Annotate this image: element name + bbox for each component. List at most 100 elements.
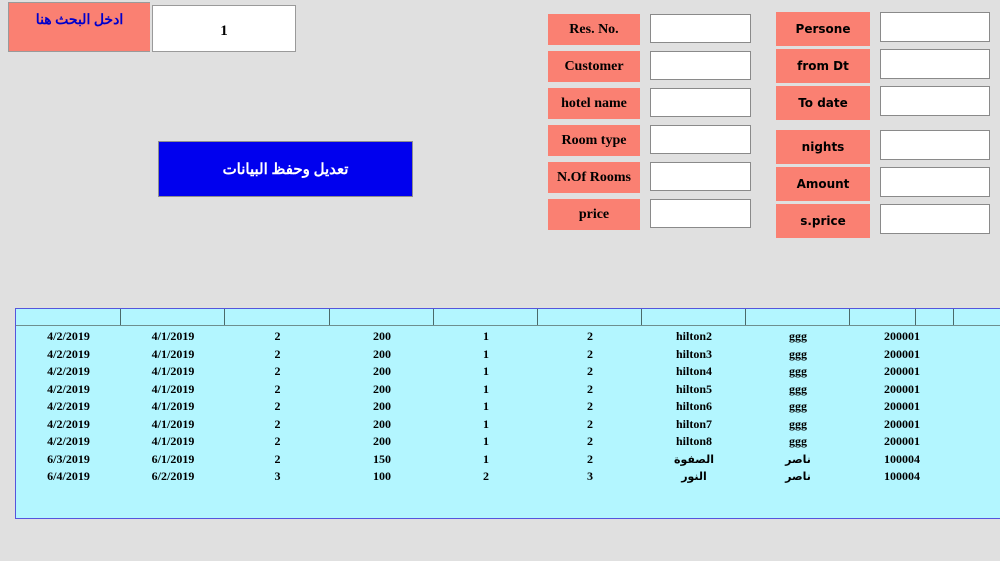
grid-header-cell-10[interactable] [954, 309, 1000, 325]
grid-cell[interactable]: 4/1/2019 [121, 328, 225, 346]
grid-cell[interactable]: 200001 [850, 346, 954, 364]
reservations-data-grid[interactable]: 4/2/2019 4/1/2019 2 200 1 2 hilton2 ggg 200001 4/… [15, 308, 1000, 519]
grid-cell[interactable]: 2 [225, 346, 330, 364]
grid-cell[interactable]: 2 [225, 381, 330, 399]
grid-cell[interactable]: ggg [746, 328, 850, 346]
grid-cell[interactable]: hilton3 [642, 346, 746, 364]
grid-cell[interactable]: 200001 [850, 433, 954, 451]
grid-cell[interactable]: 200 [330, 398, 434, 416]
grid-cell[interactable]: ggg [746, 398, 850, 416]
grid-cell[interactable]: hilton5 [642, 381, 746, 399]
grid-cell[interactable]: الصفوة [642, 451, 746, 469]
grid-cell[interactable]: 200001 [850, 363, 954, 381]
table-row[interactable]: 6/4/2019 6/2/2019 3 100 2 3 النور ناصر 100004 [16, 468, 1000, 486]
grid-cell[interactable]: 4/1/2019 [121, 363, 225, 381]
grid-cell[interactable]: 4/1/2019 [121, 346, 225, 364]
grid-cell[interactable]: 2 [538, 328, 642, 346]
grid-cell[interactable]: 200001 [850, 381, 954, 399]
grid-cell[interactable]: 4/2/2019 [16, 363, 121, 381]
grid-cell[interactable]: 4/2/2019 [16, 398, 121, 416]
grid-cell[interactable]: 200 [330, 433, 434, 451]
grid-cell[interactable]: 1 [434, 398, 538, 416]
grid-cell[interactable]: 3 [538, 468, 642, 486]
grid-cell[interactable]: 2 [225, 398, 330, 416]
field-input-right-5[interactable] [880, 204, 990, 234]
field-input-left-4[interactable] [650, 162, 751, 191]
grid-cell[interactable]: 4/2/2019 [16, 381, 121, 399]
grid-cell[interactable]: 1 [434, 328, 538, 346]
grid-cell[interactable]: 200 [330, 328, 434, 346]
grid-cell[interactable]: 2 [538, 363, 642, 381]
field-input-right-0[interactable] [880, 12, 990, 42]
grid-cell[interactable]: 6/2/2019 [121, 468, 225, 486]
grid-header-cell-0[interactable] [16, 309, 121, 325]
grid-cell[interactable]: 4/2/2019 [16, 433, 121, 451]
table-row[interactable]: 4/2/2019 4/1/2019 2 200 1 2 hilton8 ggg 200001 [16, 433, 1000, 451]
table-row[interactable]: 6/3/2019 6/1/2019 2 150 1 2 الصفوة ناصر 100004 [16, 451, 1000, 469]
grid-header-cell-6[interactable] [642, 309, 746, 325]
grid-cell[interactable]: hilton2 [642, 328, 746, 346]
field-input-right-3[interactable] [880, 130, 990, 160]
grid-cell[interactable]: 2 [538, 433, 642, 451]
grid-cell[interactable]: 6/3/2019 [16, 451, 121, 469]
grid-cell[interactable]: hilton7 [642, 416, 746, 434]
save-button[interactable]: تعديل وحفظ البيانات [158, 141, 413, 197]
grid-cell[interactable]: 6/1/2019 [121, 451, 225, 469]
grid-cell[interactable]: 200001 [850, 398, 954, 416]
grid-cell[interactable]: hilton8 [642, 433, 746, 451]
grid-cell[interactable]: 200 [330, 381, 434, 399]
table-row[interactable]: 4/2/2019 4/1/2019 2 200 1 2 hilton6 ggg 200001 [16, 398, 1000, 416]
grid-cell[interactable]: 150 [330, 451, 434, 469]
grid-cell[interactable]: 2 [225, 328, 330, 346]
grid-cell[interactable]: ggg [746, 416, 850, 434]
grid-cell[interactable]: 4/1/2019 [121, 381, 225, 399]
grid-header-cell-7[interactable] [746, 309, 850, 325]
grid-header-cell-5[interactable] [538, 309, 642, 325]
grid-cell[interactable]: 200 [330, 363, 434, 381]
table-row[interactable]: 4/2/2019 4/1/2019 2 200 1 2 hilton3 ggg 200001 [16, 346, 1000, 364]
grid-cell[interactable]: 4/1/2019 [121, 433, 225, 451]
grid-cell[interactable]: 2 [434, 468, 538, 486]
table-row[interactable]: 4/2/2019 4/1/2019 2 200 1 2 hilton7 ggg 200001 [16, 416, 1000, 434]
grid-cell[interactable]: ggg [746, 363, 850, 381]
grid-header-cell-8[interactable] [850, 309, 916, 325]
grid-cell[interactable]: 200 [330, 346, 434, 364]
grid-header-cell-2[interactable] [225, 309, 330, 325]
grid-cell[interactable]: 200001 [850, 416, 954, 434]
search-input-container[interactable] [152, 5, 296, 52]
grid-cell[interactable]: 2 [225, 451, 330, 469]
grid-cell[interactable]: 1 [434, 363, 538, 381]
grid-cell[interactable]: 2 [225, 363, 330, 381]
grid-cell[interactable]: hilton6 [642, 398, 746, 416]
field-input-right-1[interactable] [880, 49, 990, 79]
table-row[interactable]: 4/2/2019 4/1/2019 2 200 1 2 hilton5 ggg 200001 [16, 381, 1000, 399]
grid-cell[interactable]: 2 [225, 433, 330, 451]
grid-cell[interactable]: 2 [538, 346, 642, 364]
grid-cell[interactable]: 3 [225, 468, 330, 486]
grid-cell[interactable]: 1 [434, 416, 538, 434]
grid-header-cell-3[interactable] [330, 309, 434, 325]
grid-cell[interactable]: 2 [538, 398, 642, 416]
table-row[interactable]: 4/2/2019 4/1/2019 2 200 1 2 hilton2 ggg 200001 [16, 328, 1000, 346]
grid-cell[interactable]: النور [642, 468, 746, 486]
grid-cell[interactable]: 6/4/2019 [16, 468, 121, 486]
grid-cell[interactable]: 2 [225, 416, 330, 434]
grid-cell[interactable]: 4/2/2019 [16, 346, 121, 364]
field-input-right-2[interactable] [880, 86, 990, 116]
grid-cell[interactable]: ggg [746, 346, 850, 364]
field-input-left-0[interactable] [650, 14, 751, 43]
grid-cell[interactable]: 4/2/2019 [16, 328, 121, 346]
search-input[interactable] [153, 6, 295, 51]
grid-cell[interactable]: 2 [538, 451, 642, 469]
grid-cell[interactable]: 200 [330, 416, 434, 434]
grid-cell[interactable]: 4/2/2019 [16, 416, 121, 434]
grid-cell[interactable]: ggg [746, 381, 850, 399]
field-input-left-1[interactable] [650, 51, 751, 80]
grid-cell[interactable]: 4/1/2019 [121, 398, 225, 416]
grid-header-cell-4[interactable] [434, 309, 538, 325]
grid-cell[interactable]: 2 [538, 381, 642, 399]
field-input-left-5[interactable] [650, 199, 751, 228]
grid-cell[interactable]: ناصر [746, 468, 850, 486]
grid-cell[interactable]: 2 [538, 416, 642, 434]
grid-cell[interactable]: hilton4 [642, 363, 746, 381]
